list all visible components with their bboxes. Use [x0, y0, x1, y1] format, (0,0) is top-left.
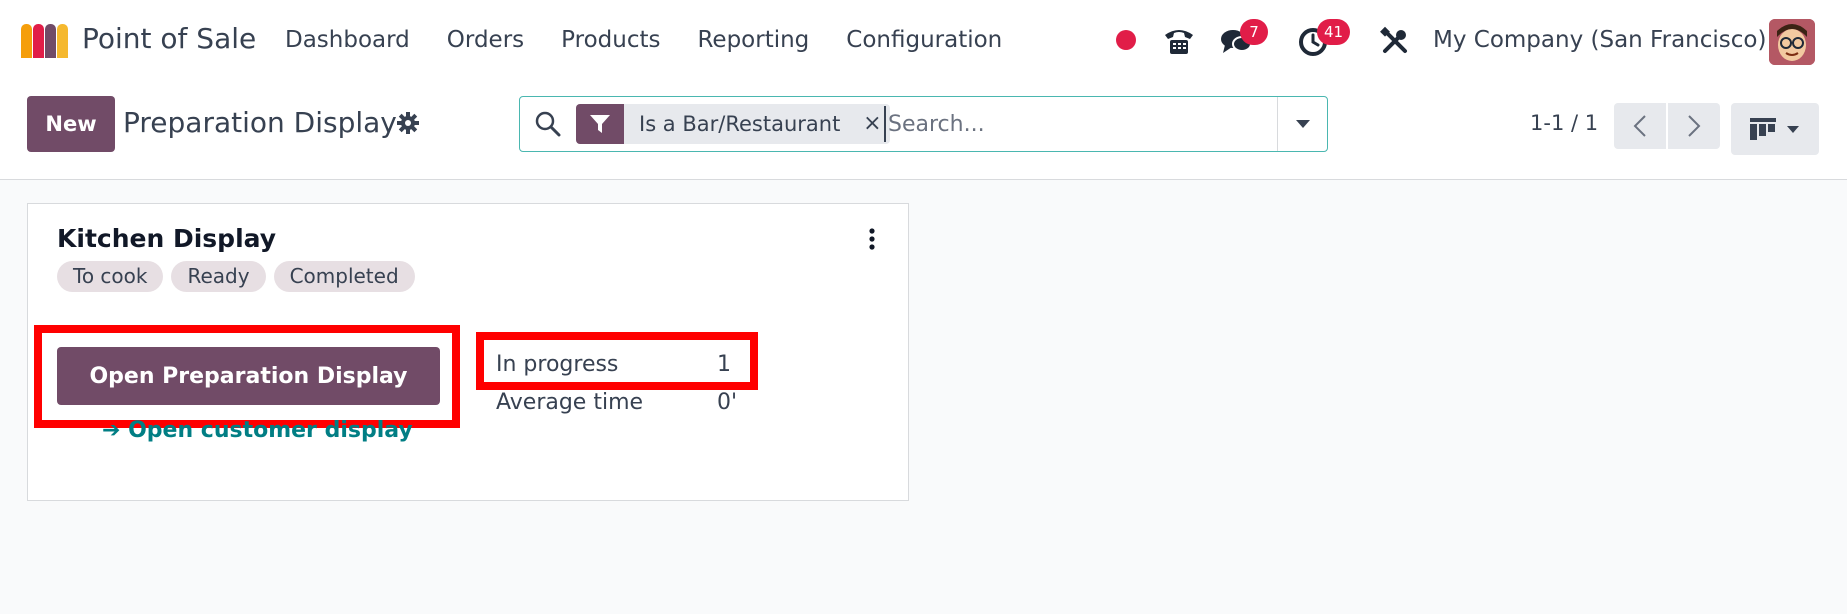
- tag-completed: Completed: [273, 261, 415, 292]
- facet-label: Is a Bar/Restaurant: [639, 112, 841, 136]
- stat-label-in-progress[interactable]: In progress: [496, 352, 618, 377]
- search-options-toggle[interactable]: [1277, 97, 1327, 151]
- stage-tags: To cook Ready Completed: [57, 261, 415, 292]
- stat-label-average-time: Average time: [496, 390, 644, 415]
- messages-badge: 7: [1240, 19, 1268, 45]
- pager-value[interactable]: 1-1 / 1: [1530, 111, 1598, 135]
- arrow-right-icon: ➔: [102, 418, 129, 443]
- control-panel: New Preparation Display Is a Bar/Restaur…: [0, 84, 1847, 180]
- filter-icon: [576, 104, 624, 144]
- phone-icon[interactable]: [1160, 22, 1198, 60]
- caret-down-icon: [1787, 125, 1799, 133]
- main-menu: Dashboard Orders Products Reporting Conf…: [285, 27, 1039, 53]
- search-input[interactable]: [884, 106, 1264, 142]
- stat-value-in-progress[interactable]: 1: [717, 352, 731, 377]
- stat-value-average-time: 0': [717, 390, 738, 415]
- menu-item-products[interactable]: Products: [561, 27, 660, 53]
- kitchen-display-card: Kitchen Display To cook Ready Completed …: [27, 203, 909, 501]
- top-navbar: Point of Sale Dashboard Orders Products …: [0, 0, 1847, 84]
- pager-previous-button[interactable]: [1614, 103, 1666, 149]
- tools-icon[interactable]: [1378, 24, 1412, 58]
- search-facet: Is a Bar/Restaurant ×: [576, 104, 891, 144]
- recording-status-icon[interactable]: [1116, 30, 1136, 50]
- user-avatar[interactable]: [1769, 19, 1815, 65]
- search-icon[interactable]: [535, 111, 561, 141]
- gear-icon[interactable]: [396, 111, 420, 139]
- customer-link-label: Open customer display: [128, 418, 413, 443]
- tag-ready: Ready: [171, 261, 266, 292]
- menu-item-orders[interactable]: Orders: [447, 27, 524, 53]
- view-switcher-button[interactable]: [1731, 103, 1819, 155]
- kanban-view-icon: [1750, 118, 1776, 140]
- chevron-right-icon: [1688, 115, 1701, 137]
- menu-item-reporting[interactable]: Reporting: [697, 27, 809, 53]
- activities-badge: 41: [1317, 19, 1351, 45]
- page-title: Preparation Display: [123, 106, 397, 139]
- caret-down-icon: [1295, 120, 1310, 128]
- pager-next-button[interactable]: [1668, 103, 1720, 149]
- chevron-left-icon: [1633, 115, 1646, 137]
- kebab-menu-icon[interactable]: [868, 228, 876, 254]
- new-button[interactable]: New: [27, 96, 115, 152]
- search-bar: Is a Bar/Restaurant ×: [519, 96, 1328, 152]
- pos-logo-icon[interactable]: [21, 24, 69, 58]
- company-switcher[interactable]: My Company (San Francisco): [1433, 27, 1766, 53]
- card-title: Kitchen Display: [57, 224, 277, 253]
- open-customer-display-link[interactable]: ➔ Open customer display: [102, 418, 413, 443]
- menu-item-dashboard[interactable]: Dashboard: [285, 27, 410, 53]
- open-preparation-display-button[interactable]: Open Preparation Display: [57, 347, 440, 405]
- menu-item-configuration[interactable]: Configuration: [846, 27, 1002, 53]
- tag-to-cook: To cook: [57, 261, 164, 292]
- app-name[interactable]: Point of Sale: [82, 22, 256, 55]
